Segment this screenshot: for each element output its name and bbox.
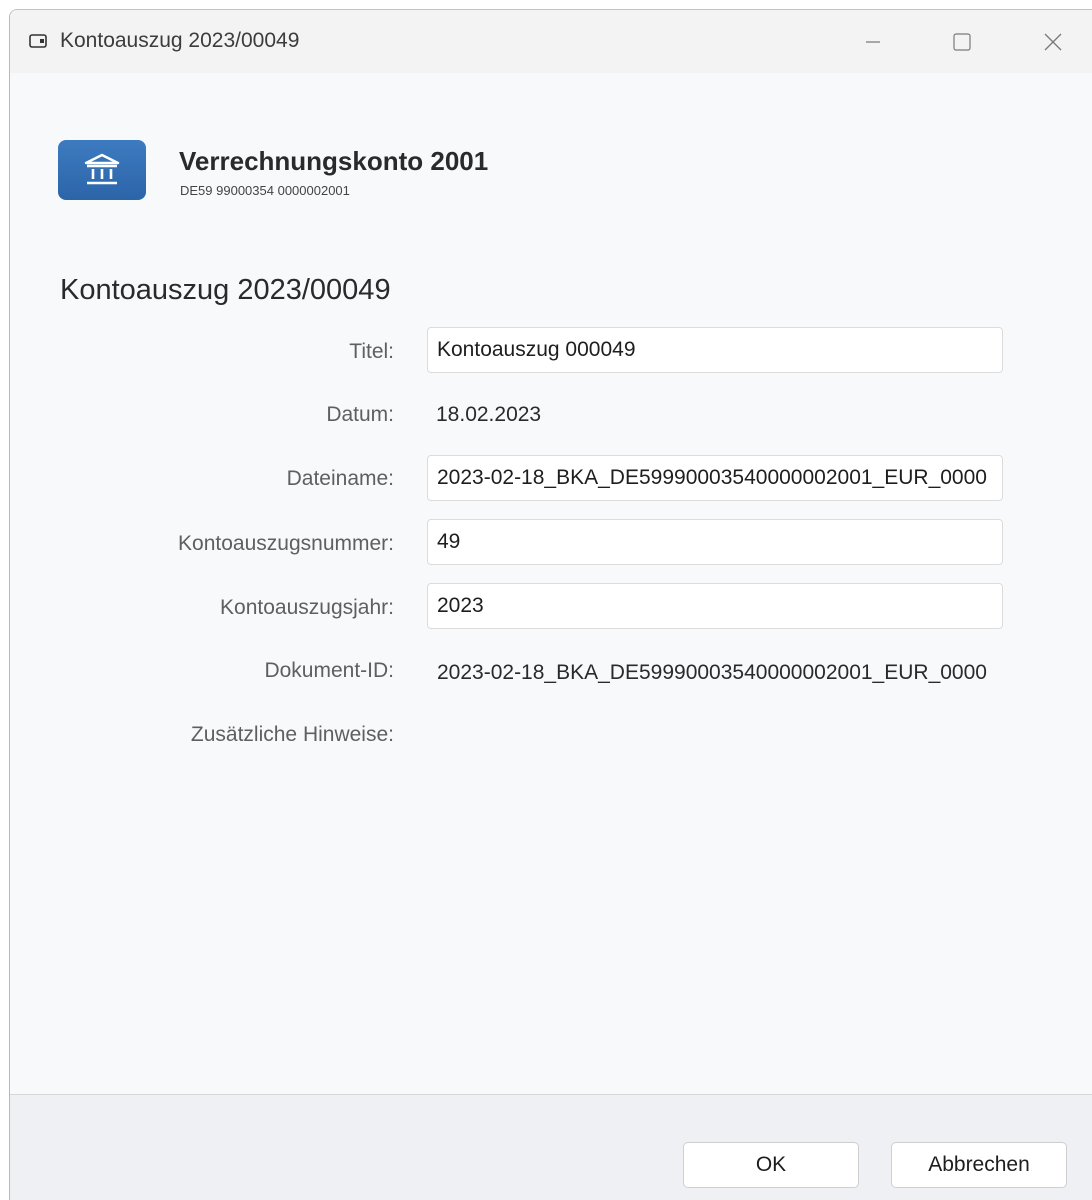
datum-value: 18.02.2023 bbox=[436, 403, 542, 426]
ok-button[interactable]: OK bbox=[683, 1142, 859, 1188]
account-name: Verrechnungskonto 2001 bbox=[179, 146, 489, 176]
kontoauszugsjahr-label: Kontoauszugsjahr: bbox=[220, 596, 394, 619]
bank-icon bbox=[84, 153, 120, 185]
zusaetzliche-hinweise-label: Zusätzliche Hinweise: bbox=[190, 723, 394, 746]
close-icon bbox=[1044, 33, 1062, 50]
maximize-icon bbox=[953, 32, 971, 51]
dialog-footer: OK Abbrechen bbox=[10, 1094, 1092, 1200]
cancel-button[interactable]: Abbrechen bbox=[891, 1142, 1067, 1188]
titel-label: Titel: bbox=[349, 340, 394, 363]
kontoauszugsnummer-label: Kontoauszugsnummer: bbox=[178, 532, 394, 555]
bank-tile bbox=[58, 140, 146, 200]
dateiname-input[interactable] bbox=[427, 455, 1003, 501]
dateiname-label: Dateiname: bbox=[286, 467, 394, 490]
titel-input[interactable] bbox=[427, 327, 1003, 373]
close-button[interactable] bbox=[1026, 10, 1080, 73]
title-bar[interactable]: Kontoauszug 2023/00049 bbox=[10, 10, 1092, 73]
datum-label: Datum: bbox=[326, 403, 394, 426]
dokument-id-label: Dokument-ID: bbox=[264, 659, 394, 682]
dokument-id-value: 2023-02-18_BKA_DE59990003540000002001_EU… bbox=[437, 661, 987, 684]
window-title: Kontoauszug 2023/00049 bbox=[60, 29, 300, 52]
kontoauszugsnummer-input[interactable] bbox=[427, 519, 1003, 565]
account-iban: DE59 99000354 0000002001 bbox=[180, 183, 350, 198]
kontoauszugsjahr-input[interactable] bbox=[427, 583, 1003, 629]
minimize-icon bbox=[866, 40, 880, 43]
statement-window-icon bbox=[29, 34, 47, 48]
statement-dialog: Kontoauszug 2023/00049 Verrechnungskonto… bbox=[9, 9, 1092, 1200]
maximize-button[interactable] bbox=[935, 10, 989, 73]
minimize-button[interactable] bbox=[846, 10, 900, 73]
section-title: Kontoauszug 2023/00049 bbox=[60, 274, 391, 306]
